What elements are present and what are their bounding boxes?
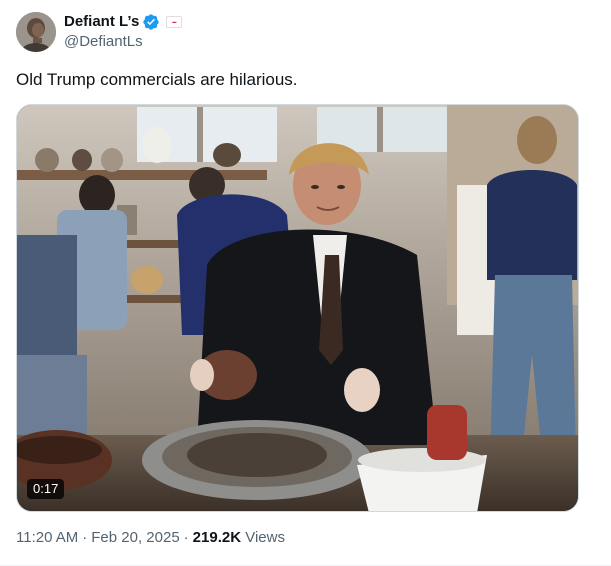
meta-separator: · bbox=[82, 529, 88, 546]
tweet-meta: 11:20 AM · Feb 20, 2025 · 219.2K Views bbox=[16, 528, 285, 548]
name-row: Defiant L’s ▬ bbox=[64, 12, 183, 32]
tweet-card[interactable]: Defiant L’s ▬ @DefiantLs Old Trump comme… bbox=[0, 0, 611, 566]
tweet-date[interactable]: Feb 20, 2025 bbox=[91, 529, 179, 546]
tweet-header: Defiant L’s ▬ @DefiantLs bbox=[16, 12, 183, 52]
views-count[interactable]: 219.2K bbox=[193, 529, 241, 546]
video-duration-badge: 0:17 bbox=[27, 479, 65, 499]
meta-separator: · bbox=[183, 529, 189, 546]
avatar[interactable] bbox=[16, 12, 56, 52]
video-thumbnail bbox=[17, 105, 578, 511]
views-label: Views bbox=[245, 529, 285, 546]
display-name[interactable]: Defiant L’s bbox=[64, 12, 139, 32]
tweet-time[interactable]: 11:20 AM bbox=[16, 529, 78, 546]
affiliate-badge-icon[interactable]: ▬ bbox=[166, 16, 183, 28]
author-identity: Defiant L’s ▬ @DefiantLs bbox=[64, 12, 183, 52]
author-handle[interactable]: @DefiantLs bbox=[64, 32, 182, 52]
tweet-text: Old Trump commercials are hilarious. bbox=[16, 70, 298, 89]
verified-badge-icon[interactable] bbox=[142, 13, 160, 31]
video-player[interactable]: 0:17 bbox=[16, 104, 579, 512]
